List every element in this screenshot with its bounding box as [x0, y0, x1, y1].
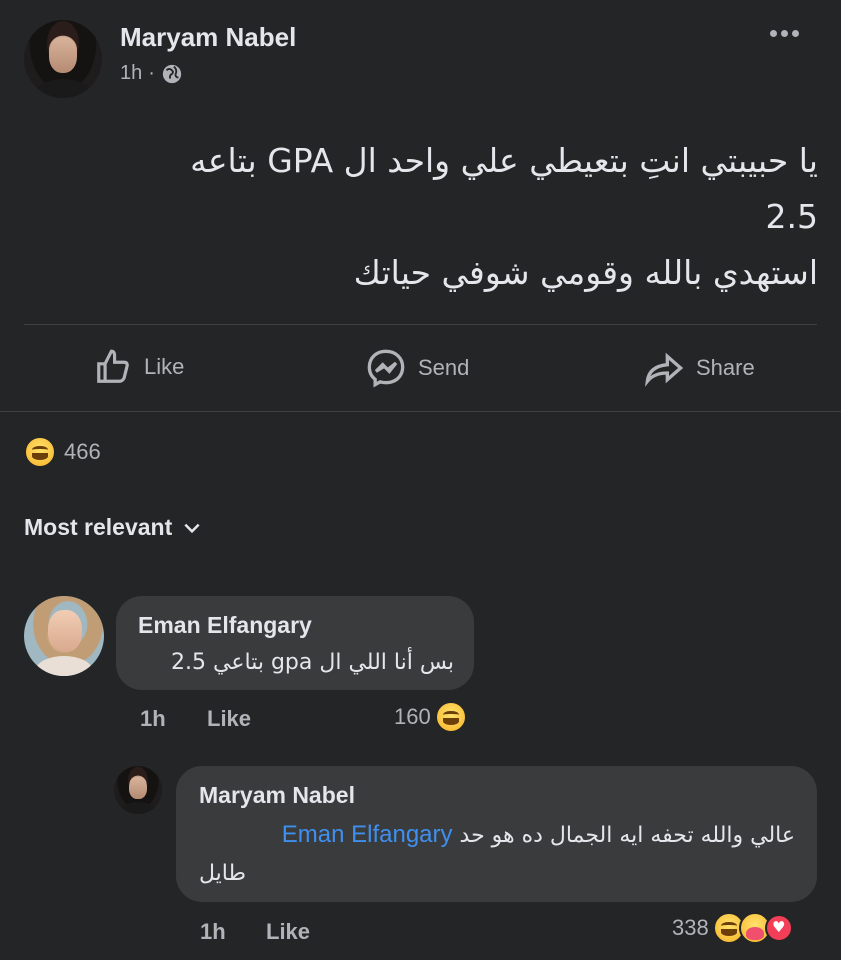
share-arrow-icon — [645, 352, 684, 387]
comment-text: بس أنا اللي ال gpa بتاعي 2.5 — [171, 650, 454, 675]
reaction-count: 466 — [64, 439, 101, 464]
thumbs-up-icon — [97, 349, 129, 383]
reply-time[interactable]: 1h — [200, 919, 226, 945]
reply-author-avatar[interactable] — [114, 766, 162, 814]
reply-mention[interactable]: Eman Elfangary — [282, 821, 453, 848]
globe-icon — [161, 63, 183, 85]
post-meta: 1h · — [120, 62, 183, 85]
comment-author[interactable]: Eman Elfangary — [138, 612, 312, 639]
comment-like-button[interactable]: Like — [207, 706, 251, 732]
comment-reactions[interactable]: 160 — [394, 701, 467, 733]
reply-bubble: Maryam Nabel عالي والله تحفه ايه الجمال … — [176, 766, 817, 902]
post-divider — [24, 324, 817, 325]
post-text: يا حبيبتي انتِ بتعيطي علي واحد ال GPA بت… — [40, 133, 818, 301]
send-button[interactable]: Send — [366, 348, 469, 388]
like-label: Like — [144, 354, 185, 379]
action-divider — [0, 411, 841, 412]
love-reaction-icon — [764, 914, 793, 942]
post-author-avatar[interactable] — [24, 20, 102, 98]
post-text-line: يا حبيبتي انتِ بتعيطي علي واحد ال GPA بت… — [190, 141, 818, 180]
reply-body: عالي والله تحفه ايه الجمال ده هو حد — [459, 823, 795, 848]
reply-text-line: عالي والله تحفه ايه الجمال ده هو حد Eman… — [199, 816, 795, 855]
reply-reactions[interactable]: 338 — [672, 912, 793, 944]
post-author-name[interactable]: Maryam Nabel — [120, 22, 296, 53]
comment-filter-dropdown[interactable]: Most relevant — [24, 514, 202, 541]
reply-text: عالي والله تحفه ايه الجمال ده هو حد Eman… — [199, 816, 795, 893]
reply-text-line: طايل — [199, 861, 246, 886]
post-time[interactable]: 1h — [120, 62, 142, 85]
commenter-avatar[interactable] — [24, 596, 104, 676]
haha-reaction-icon — [434, 701, 467, 733]
comment-time[interactable]: 1h — [140, 706, 166, 732]
comment-reaction-count: 160 — [394, 704, 431, 729]
post-text-line: 2.5 — [765, 197, 818, 236]
like-button[interactable]: Like — [94, 348, 184, 386]
messenger-icon — [367, 349, 405, 388]
filter-label: Most relevant — [24, 514, 173, 540]
reply-reaction-count: 338 — [672, 915, 709, 940]
send-label: Send — [418, 355, 470, 380]
share-button[interactable]: Share — [644, 348, 755, 388]
comment-bubble: Eman Elfangary بس أنا اللي ال gpa بتاعي … — [116, 596, 474, 690]
haha-reaction-icon — [24, 436, 56, 468]
more-dots-icon[interactable] — [770, 30, 799, 37]
post-text-line: استهدي بالله وقومي شوفي حياتك — [353, 253, 818, 292]
reactions-summary[interactable]: 466 — [24, 436, 101, 468]
reply-author[interactable]: Maryam Nabel — [199, 782, 355, 809]
chevron-down-icon — [184, 523, 200, 533]
share-label: Share — [696, 355, 755, 380]
meta-separator: · — [148, 62, 155, 84]
reply-like-button[interactable]: Like — [266, 919, 310, 945]
